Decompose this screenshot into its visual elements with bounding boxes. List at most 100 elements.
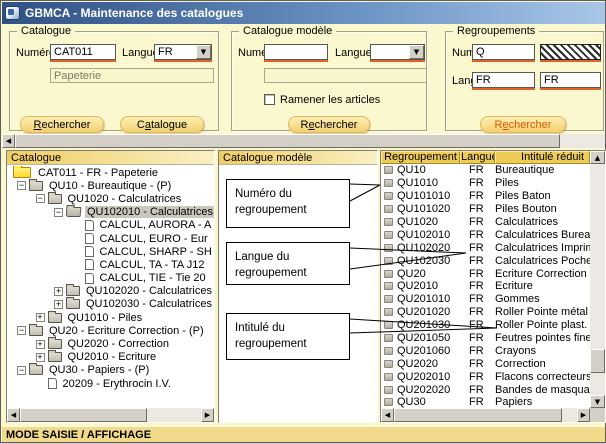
chevron-down-icon[interactable]: ▼ xyxy=(409,45,424,59)
tree-item[interactable]: CALCUL, AURORA - A xyxy=(7,219,214,232)
ramener-articles-checkbox[interactable] xyxy=(264,94,275,105)
table-row[interactable]: QU1020FRCalculatrices xyxy=(381,216,590,229)
modele-langue-select[interactable]: ▼ xyxy=(370,44,425,60)
tree-item[interactable]: +QU2010 - Ecriture xyxy=(7,351,214,364)
table-row[interactable]: QU2020FRCorrection xyxy=(381,357,590,370)
catalogue-catalogue-button[interactable]: Catalogue xyxy=(120,116,204,133)
regroupement-numero-masked-field[interactable] xyxy=(540,44,601,60)
cell-regroupement: QU1010 xyxy=(381,177,460,189)
tree-item-label: CALCUL, TIE - Tie 20 xyxy=(98,272,208,284)
tree-item[interactable]: −QU102010 - Calculatrices Bu xyxy=(7,206,214,219)
table-row[interactable]: QU101020FRPiles Bouton xyxy=(381,203,590,216)
tree-item[interactable]: CALCUL, SHARP - SH xyxy=(7,245,214,258)
group-item-icon xyxy=(384,386,393,394)
tree-horizontal-scrollbar[interactable]: ◀ ▶ xyxy=(7,408,214,422)
table-row[interactable]: QU201050FRFeutres pointes fine xyxy=(381,332,590,345)
column-header-regroupement[interactable]: Regroupement xyxy=(381,151,460,164)
table-row[interactable]: QU20FREcriture Correction xyxy=(381,267,590,280)
tree-item[interactable]: CALCUL, TIE - Tie 20 xyxy=(7,272,214,285)
modele-rechercher-button[interactable]: Rechercher xyxy=(288,116,370,133)
table-row[interactable]: QU102010FRCalculatrices Bureau xyxy=(381,228,590,241)
expand-icon[interactable]: + xyxy=(36,340,45,349)
column-header-intitule[interactable]: Intitulé réduit xyxy=(495,151,590,164)
tree-item[interactable]: −QU30 - Papiers - (P) xyxy=(7,364,214,377)
title-bar[interactable]: GBMCA - Maintenance des catalogues xyxy=(2,2,605,24)
table-row[interactable]: QU101010FRPiles Baton xyxy=(381,190,590,203)
tree-item[interactable]: +QU102030 - Calculatrices P xyxy=(7,298,214,311)
grid-vertical-scrollbar[interactable]: ▲ ▼ xyxy=(590,151,605,408)
table-row[interactable]: QU2010FREcriture xyxy=(381,280,590,293)
collapse-icon[interactable]: − xyxy=(17,366,26,375)
expand-icon[interactable]: + xyxy=(36,313,45,322)
scroll-left-icon[interactable]: ◀ xyxy=(7,408,20,422)
collapse-icon[interactable]: − xyxy=(54,208,63,217)
regroupement-langue-input-right[interactable]: FR xyxy=(540,72,601,88)
scroll-right-icon[interactable]: ▶ xyxy=(201,408,214,422)
cell-langue: FR xyxy=(460,384,495,396)
group-item-icon xyxy=(384,192,393,200)
chevron-down-icon[interactable]: ▼ xyxy=(196,45,211,59)
regroupement-langue-input-left[interactable]: FR xyxy=(472,72,535,88)
collapse-icon[interactable]: − xyxy=(17,326,26,335)
tree-item[interactable]: CAT011 - FR - Papeterie xyxy=(7,166,214,179)
regroupement-rechercher-button[interactable]: Rechercher xyxy=(480,116,566,133)
scrollbar-thumb[interactable] xyxy=(20,408,147,422)
tree-item-label: QU2020 - Correction xyxy=(66,338,172,350)
tree-item[interactable]: + QU2020 - Correction xyxy=(7,337,214,350)
folder-open-icon xyxy=(65,207,81,217)
group-item-icon xyxy=(384,166,393,174)
table-row[interactable]: QU10FRBureautique xyxy=(381,164,590,177)
table-row[interactable]: QU102020FRCalculatrices Imprim xyxy=(381,241,590,254)
table-row[interactable]: QU201030FRRoller Pointe plast. xyxy=(381,319,590,332)
grid-horizontal-scrollbar[interactable]: ◀ ▶ xyxy=(381,408,590,422)
cell-intitule: Roller Pointe plast. xyxy=(495,319,590,331)
expand-icon[interactable]: + xyxy=(54,287,63,296)
catalogue-langue-select[interactable]: FR ▼ xyxy=(154,44,212,60)
cell-regroupement: QU10 xyxy=(381,164,460,176)
tree-item[interactable]: −QU20 - Ecriture Correction - (P) xyxy=(7,324,214,337)
scrollbar-thumb[interactable] xyxy=(394,408,562,422)
table-row[interactable]: QU202020FRBandes de masquage xyxy=(381,383,590,396)
top-horizontal-scrollbar[interactable]: ◀ xyxy=(2,134,605,148)
group-item-icon xyxy=(384,244,393,252)
cell-regroupement: QU30 xyxy=(381,396,460,408)
folder-icon xyxy=(29,326,43,336)
table-row[interactable]: QU30FRPapiers xyxy=(381,396,590,408)
collapse-icon[interactable]: − xyxy=(36,194,45,203)
modele-numero-input[interactable] xyxy=(264,44,328,60)
regroupement-code: QU201020 xyxy=(397,306,450,318)
table-row[interactable]: QU201010FRGommes xyxy=(381,293,590,306)
expand-icon[interactable]: + xyxy=(36,353,45,362)
table-row[interactable]: QU201020FRRoller Pointe métal xyxy=(381,306,590,319)
scrollbar-thumb[interactable] xyxy=(15,134,560,148)
catalogue-rechercher-button[interactable]: Rechercher xyxy=(20,116,104,133)
scroll-right-icon[interactable]: ▶ xyxy=(577,408,590,422)
table-row[interactable]: QU201060FRCrayons xyxy=(381,344,590,357)
scroll-left-icon[interactable]: ◀ xyxy=(2,134,15,148)
scrollbar-thumb[interactable] xyxy=(590,349,605,373)
collapse-icon[interactable]: − xyxy=(17,181,26,190)
scroll-down-icon[interactable]: ▼ xyxy=(590,395,605,408)
table-row[interactable]: QU1010FRPiles xyxy=(381,177,590,190)
regroupement-numero-input[interactable]: Q xyxy=(472,44,535,60)
tree-item[interactable]: CALCUL, EURO - Eur xyxy=(7,232,214,245)
catalogue-numero-input[interactable]: CAT011 xyxy=(50,44,116,60)
tree-item[interactable]: −QU10 - Bureautique - (P) xyxy=(7,179,214,192)
tree-item[interactable]: −QU1020 - Calculatrices xyxy=(7,192,214,205)
cell-langue: FR xyxy=(460,229,495,241)
tree-item[interactable]: +QU102020 - Calculatrices Im xyxy=(7,285,214,298)
expand-icon[interactable]: + xyxy=(54,300,63,309)
tree-item[interactable]: 20209 - Erythrocin I.V. xyxy=(7,377,214,390)
cell-intitule: Calculatrices Bureau xyxy=(495,229,590,241)
tree-item[interactable]: +QU1010 - Piles xyxy=(7,311,214,324)
tree-item[interactable]: CALCUL, TA - TA J12 xyxy=(7,258,214,271)
scroll-left-icon[interactable]: ◀ xyxy=(381,408,394,422)
callout-intitule-regroupement: Intitulé du regroupement xyxy=(226,313,350,360)
group-item-icon xyxy=(384,179,393,187)
cell-regroupement: QU101020 xyxy=(381,203,460,215)
scroll-up-icon[interactable]: ▲ xyxy=(590,151,605,164)
table-row[interactable]: QU102030FRCalculatrices Poche xyxy=(381,254,590,267)
column-header-langue[interactable]: Langue xyxy=(460,151,495,164)
table-row[interactable]: QU202010FRFlacons correcteurs xyxy=(381,370,590,383)
doc-icon xyxy=(85,246,94,257)
